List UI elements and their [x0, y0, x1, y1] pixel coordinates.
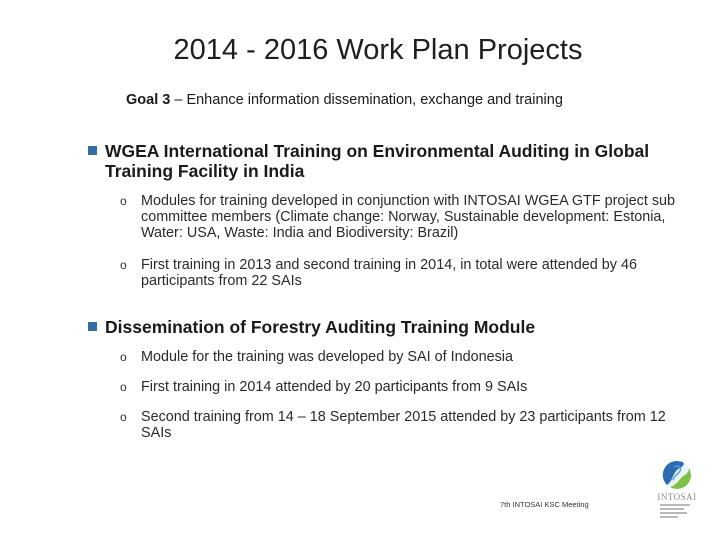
intosai-logo: INTOSAI — [652, 458, 702, 526]
slide-title: 2014 - 2016 Work Plan Projects — [173, 34, 583, 66]
circle-bullet-icon: o — [120, 380, 127, 394]
goal-label: Goal 3 — [126, 92, 171, 108]
square-bullet-icon — [88, 146, 97, 155]
square-bullet-icon — [88, 322, 97, 331]
slide-subtitle: Goal 3 – Enhance information disseminati… — [126, 92, 563, 108]
logo-subtext-lines — [660, 504, 690, 520]
list-item: o First training in 2014 attended by 20 … — [120, 379, 528, 395]
goal-description: – Enhance information dissemination, exc… — [170, 92, 563, 108]
slide: 2014 - 2016 Work Plan Projects Goal 3 – … — [0, 0, 720, 540]
section-heading: Dissemination of Forestry Auditing Train… — [88, 317, 688, 337]
circle-bullet-icon: o — [120, 410, 127, 424]
list-item: o Second training from 14 – 18 September… — [120, 409, 666, 441]
circle-bullet-icon: o — [120, 194, 127, 208]
circle-bullet-icon: o — [120, 258, 127, 272]
footer-text: 7th INTOSAI KSC Meeting — [500, 500, 589, 509]
logo-wordmark: INTOSAI — [657, 492, 697, 502]
section-heading: WGEA International Training on Environme… — [88, 141, 688, 181]
list-item: o Modules for training developed in conj… — [120, 193, 676, 241]
intosai-globe-icon — [662, 460, 691, 489]
circle-bullet-icon: o — [120, 350, 127, 364]
list-item: o Module for the training was developed … — [120, 349, 513, 365]
list-item: o First training in 2013 and second trai… — [120, 257, 637, 289]
